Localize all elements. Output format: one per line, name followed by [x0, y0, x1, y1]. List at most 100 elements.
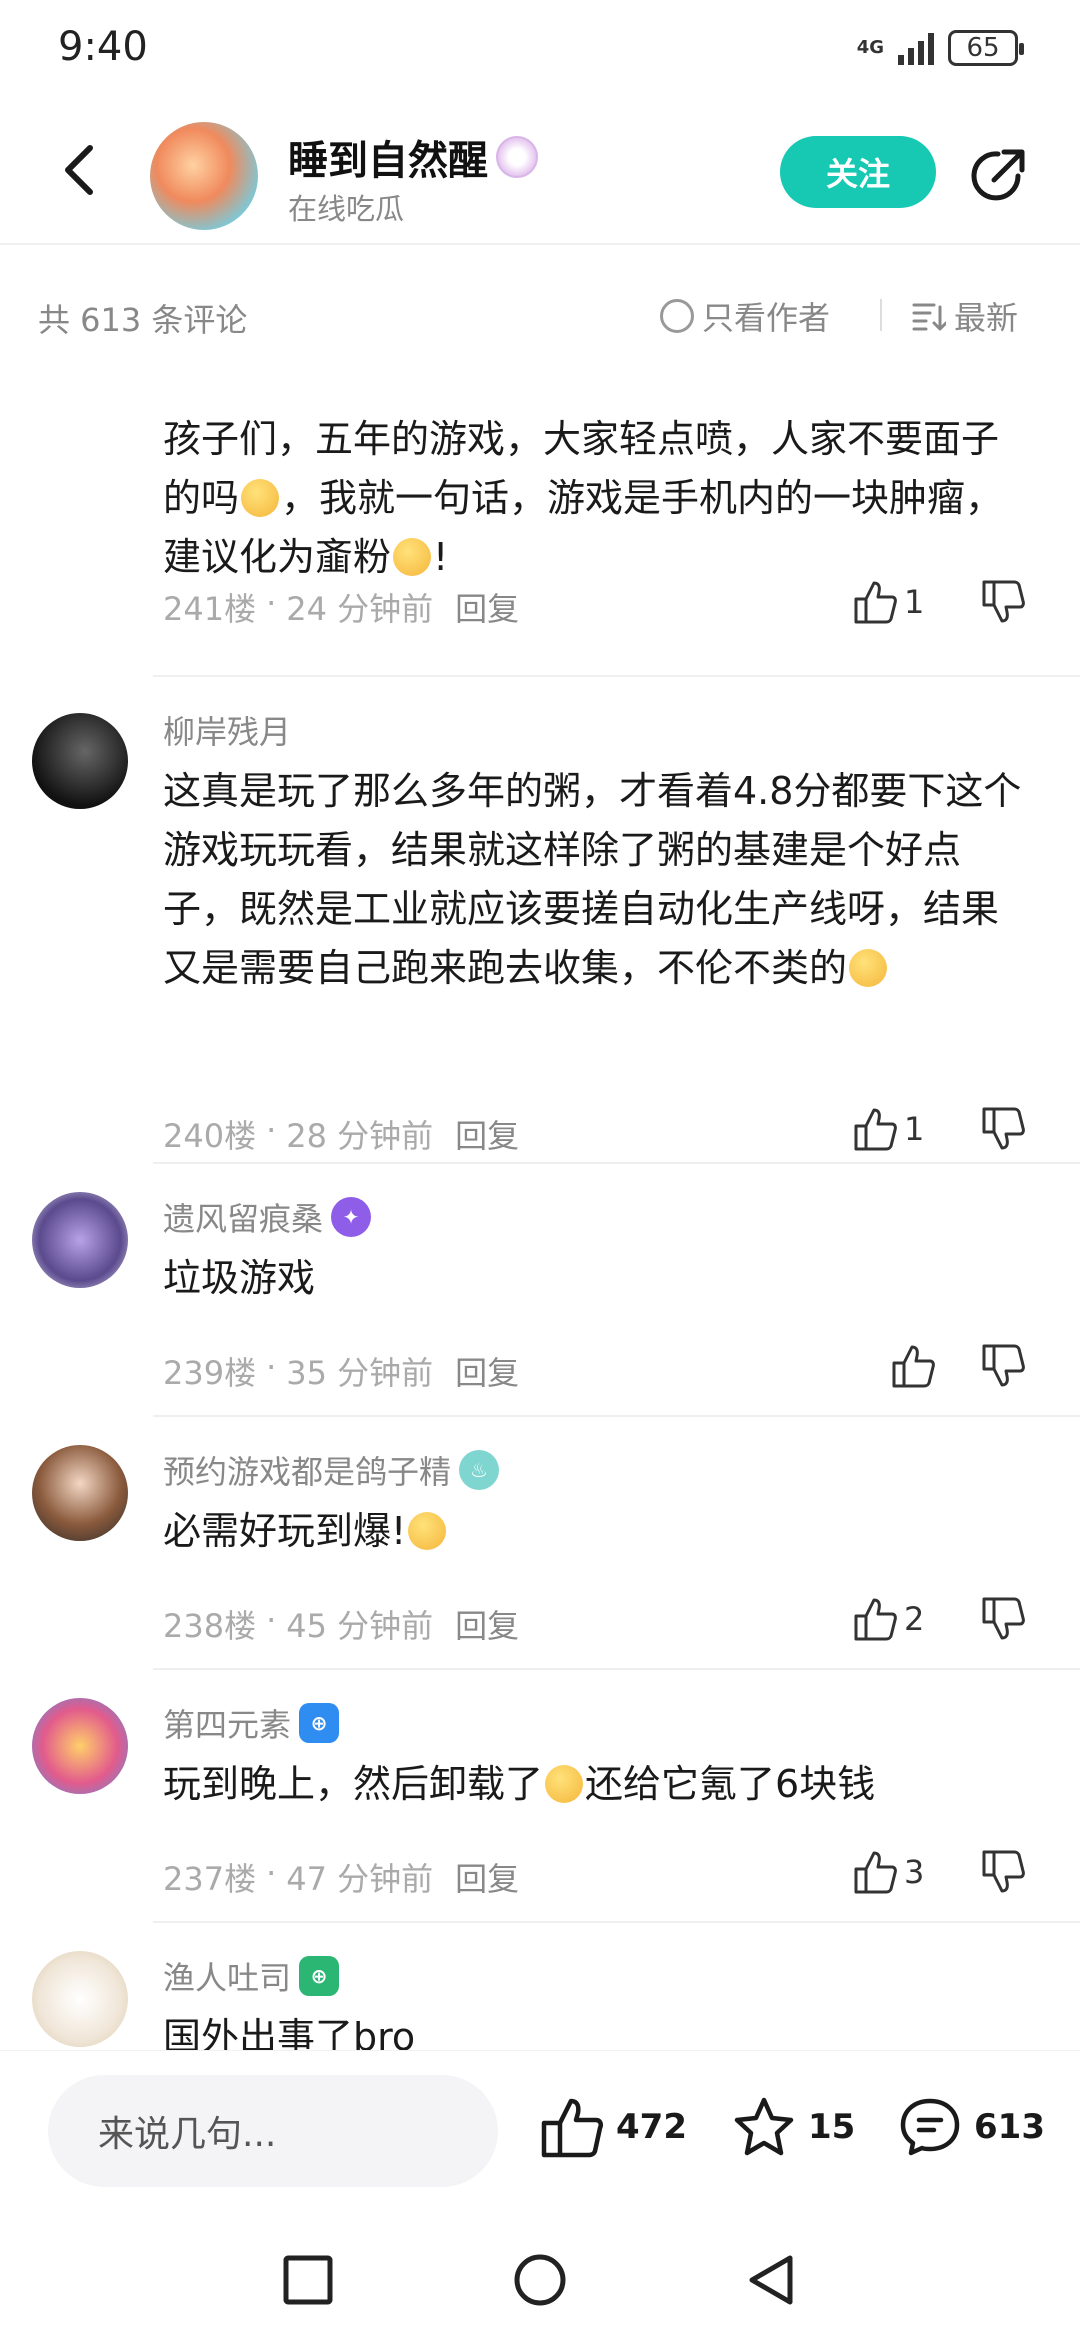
comments-button[interactable]: 613 [898, 2095, 1045, 2159]
favorite-button[interactable]: 15 [732, 2095, 855, 2159]
comment-meta: 237楼 · 47 分钟前 回复 [163, 1854, 520, 1900]
reply-button[interactable]: 回复 [455, 1601, 519, 1647]
floor-number: 237楼 [163, 1860, 257, 1898]
follow-button[interactable]: 关注 [780, 136, 936, 208]
comment-text: 孩子们，五年的游戏，大家轻点喷，人家不要面子的吗 ，我就一句话，游戏是手机内的一块… [163, 417, 1004, 579]
author-name-row[interactable]: 睡到自然醒 [288, 128, 538, 186]
battery-level: 65 [966, 33, 1000, 63]
comment-item: 孩子们，五年的游戏，大家轻点喷，人家不要面子的吗 ，我就一句话，游戏是手机内的一块… [0, 387, 1080, 677]
dislike-button[interactable] [980, 579, 1030, 629]
user-avatar[interactable] [32, 1192, 128, 1288]
user-avatar[interactable] [32, 1445, 128, 1541]
dislike-button[interactable] [980, 1849, 1030, 1899]
like-button[interactable]: 3 [852, 1849, 924, 1895]
comment-time: 28 分钟前 [286, 1117, 434, 1155]
like-button[interactable]: 1 [852, 1106, 924, 1152]
smug-emoji-icon [241, 479, 280, 517]
comment-meta: 240楼 · 28 分钟前 回复 [163, 1111, 520, 1157]
radio-unchecked-icon [660, 299, 694, 333]
thumbs-up-icon [892, 1345, 935, 1388]
status-bar: 9:40 4G 65 [0, 0, 1080, 100]
yum-emoji-icon [393, 538, 432, 576]
recent-apps-icon[interactable] [278, 2250, 338, 2310]
user-name-row[interactable]: 第四元素 ⊕ [163, 1700, 340, 1746]
user-name-row[interactable]: 遗风留痕桑 ✦ [163, 1194, 372, 1240]
user-name: 遗风留痕桑 [163, 1200, 324, 1238]
user-avatar[interactable] [32, 713, 128, 809]
battery-icon: 65 [948, 30, 1024, 66]
bottom-action-bar: 来说几句... 472 15 613 [0, 2050, 1080, 2200]
home-icon[interactable] [510, 2250, 570, 2310]
comment-filter-bar: 共 613 条评论 只看作者 最新 [0, 247, 1080, 387]
thumbs-up-icon [854, 1851, 897, 1894]
thumbs-down-icon [982, 1344, 1025, 1387]
back-nav-icon[interactable] [742, 2250, 802, 2310]
like-button[interactable] [890, 1343, 936, 1389]
comment-time: 47 分钟前 [286, 1860, 434, 1898]
author-only-toggle[interactable]: 只看作者 [660, 293, 830, 339]
reply-button[interactable]: 回复 [455, 1348, 519, 1394]
comment-time: 24 分钟前 [286, 590, 434, 628]
favorite-count: 15 [808, 2107, 856, 2147]
thumbs-up-icon [541, 2098, 604, 2158]
thumbs-down-icon [982, 580, 1025, 623]
status-indicators: 4G 65 [856, 30, 1024, 66]
author-avatar[interactable] [150, 122, 258, 230]
smug-emoji-icon [408, 1512, 447, 1550]
user-avatar[interactable] [32, 1951, 128, 2047]
dislike-button[interactable] [980, 1596, 1030, 1646]
thumbs-down-icon [982, 1107, 1025, 1150]
floor-number: 238楼 [163, 1607, 257, 1645]
back-button[interactable] [50, 140, 110, 200]
thumbs-up-icon [854, 581, 897, 624]
dislike-button[interactable] [980, 1106, 1030, 1156]
comment-text: 国外出事了bro [163, 2015, 416, 2050]
decoration-badge-icon [496, 136, 538, 178]
post-like-count: 472 [616, 2107, 687, 2147]
comment-text: 玩到晚上，然后卸载了 还给它氪了6块钱 [163, 1762, 876, 1806]
top-header: 睡到自然醒 在线吃瓜 关注 [0, 100, 1080, 245]
dizzy-emoji-icon [849, 949, 888, 987]
post-like-button[interactable]: 472 [540, 2095, 687, 2159]
author-only-label: 只看作者 [702, 299, 831, 337]
user-name-row[interactable]: 渔人吐司 ⊕ [163, 1953, 340, 1999]
reply-button[interactable]: 回复 [455, 1111, 519, 1157]
like-count: 2 [904, 1600, 925, 1638]
comment-meta: 241楼 · 24 分钟前 回复 [163, 584, 520, 630]
dislike-button[interactable] [980, 1343, 1030, 1393]
filter-divider [880, 299, 882, 331]
status-time: 9:40 [58, 24, 148, 70]
sort-button[interactable]: 最新 [912, 293, 1018, 339]
user-name: 渔人吐司 [163, 1959, 292, 1997]
thumbs-down-icon [982, 1597, 1025, 1640]
floor-number: 240楼 [163, 1117, 257, 1155]
gamepad-badge-icon: ⊕ [299, 1703, 340, 1743]
comment-item: 遗风留痕桑 ✦ 垃圾游戏 239楼 · 35 分钟前 回复 [0, 1164, 1080, 1417]
comment-item: 柳岸残月 这真是玩了那么多年的粥，才看着4.8分都要下这个游戏玩玩看，结果就这样… [0, 677, 1080, 1164]
reply-button[interactable]: 回复 [455, 584, 519, 630]
comment-input[interactable]: 来说几句... [48, 2075, 498, 2187]
crying-emoji-icon [545, 1765, 584, 1803]
like-count: 1 [904, 1110, 925, 1148]
comment-item: 预约游戏都是鸽子精 ♨ 必需好玩到爆! 238楼 · 45 分钟前 回复 2 [0, 1417, 1080, 1670]
like-button[interactable]: 1 [852, 579, 924, 625]
user-name: 第四元素 [163, 1706, 292, 1744]
sort-label: 最新 [954, 299, 1019, 337]
network-type: 4G [856, 37, 884, 58]
user-avatar[interactable] [32, 1698, 128, 1794]
comment-list[interactable]: 孩子们，五年的游戏，大家轻点喷，人家不要面子的吗 ，我就一句话，游戏是手机内的一块… [0, 387, 1080, 2050]
share-icon[interactable] [968, 142, 1032, 206]
user-name-row[interactable]: 预约游戏都是鸽子精 ♨ [163, 1447, 500, 1493]
reply-button[interactable]: 回复 [455, 1854, 519, 1900]
thumbs-up-icon [854, 1598, 897, 1641]
back-arrow-icon [65, 145, 93, 195]
comment-item: 第四元素 ⊕ 玩到晚上，然后卸载了 还给它氪了6块钱 237楼 · 47 分钟前 回复… [0, 1670, 1080, 1923]
comment-count: 共 613 条评论 [38, 301, 248, 339]
comments-total: 613 [974, 2107, 1045, 2147]
user-name[interactable]: 柳岸残月 [163, 707, 291, 753]
comment-text: 必需好玩到爆! [163, 1502, 1023, 1561]
system-nav-bar [0, 2200, 1080, 2340]
comment-time: 35 分钟前 [286, 1354, 434, 1392]
thumbs-up-icon [854, 1108, 897, 1151]
like-button[interactable]: 2 [852, 1596, 924, 1642]
